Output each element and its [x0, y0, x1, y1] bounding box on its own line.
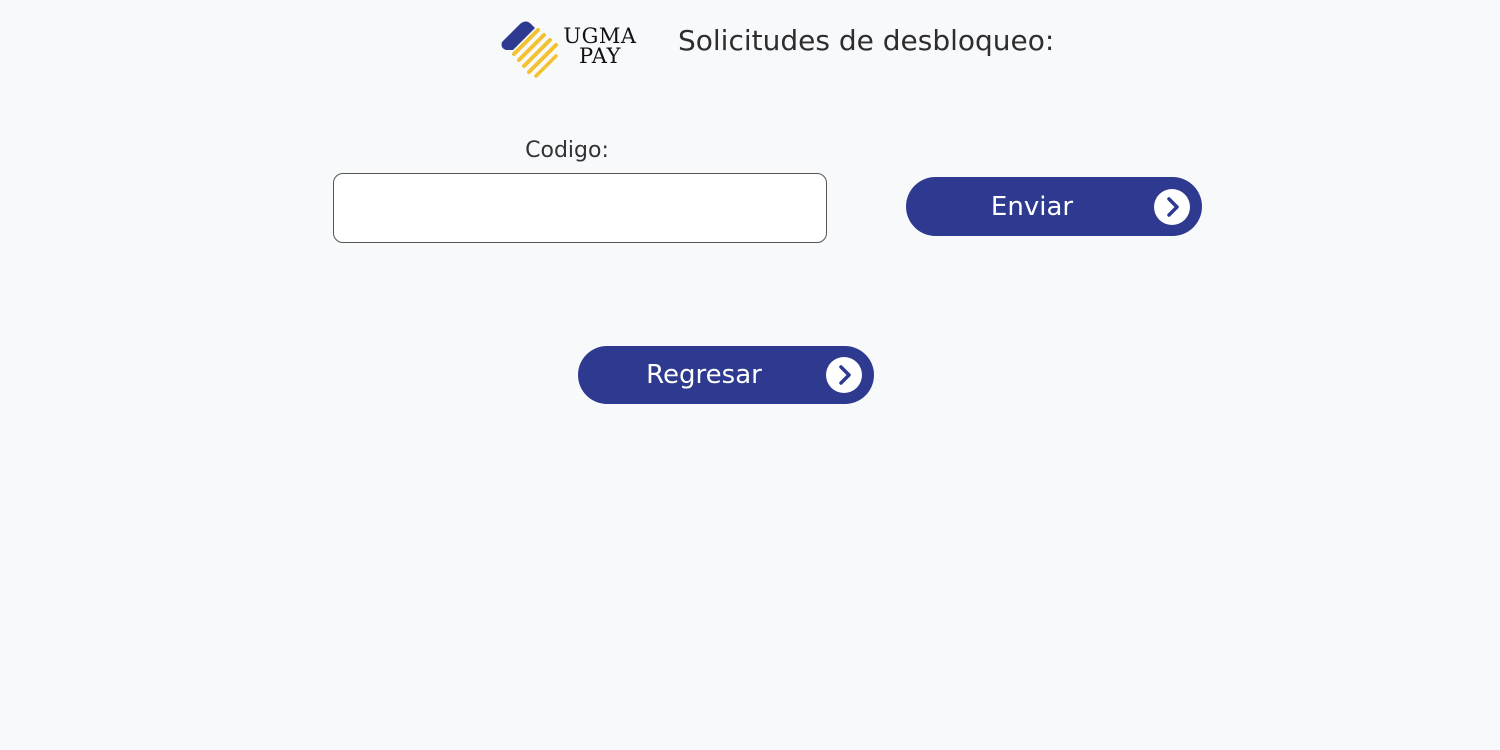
send-button[interactable]: Enviar [906, 177, 1202, 236]
ugma-pay-logo-text: UGMA PAY [562, 24, 638, 68]
page-title: Solicitudes de desbloqueo: [678, 24, 1055, 57]
logo-line-pay: PAY [579, 44, 621, 68]
chevron-right-icon [1154, 188, 1190, 225]
unlock-requests-page: UGMA PAY Solicitudes de desbloqueo: Codi… [0, 0, 1500, 750]
code-label: Codigo: [525, 138, 609, 163]
ugma-pay-logo-mark [501, 21, 558, 78]
chevron-right-icon [826, 357, 862, 393]
back-button[interactable]: Regresar [578, 346, 874, 404]
send-button-label: Enviar [990, 191, 1074, 222]
code-input[interactable] [333, 173, 827, 243]
ugma-pay-logo: UGMA PAY [498, 20, 638, 78]
logo-line-ugma: UGMA [563, 24, 637, 48]
back-button-label: Regresar [646, 360, 762, 390]
